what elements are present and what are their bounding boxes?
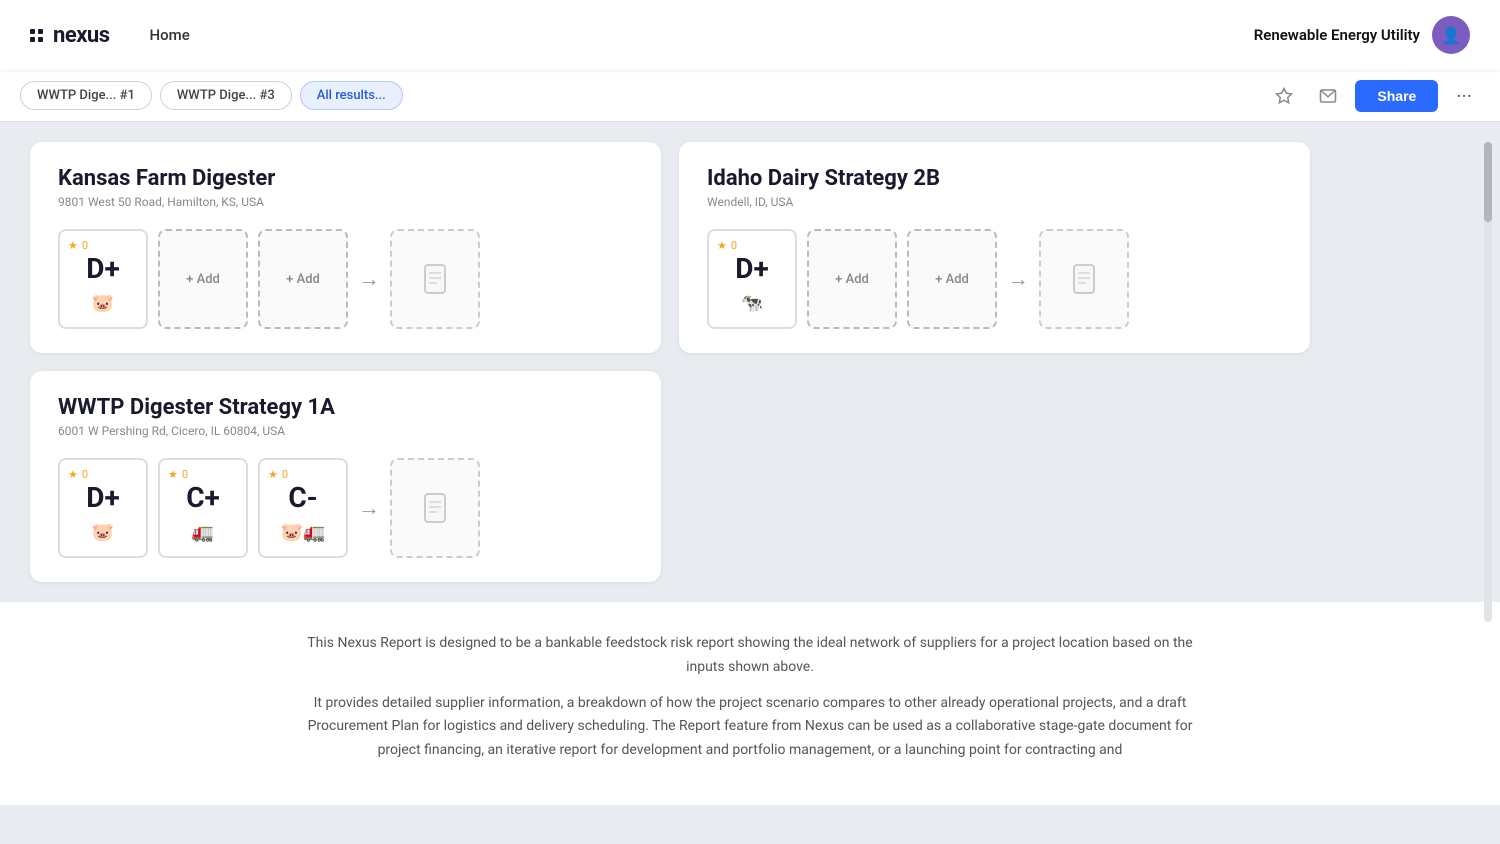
- logo-dots: [30, 29, 43, 42]
- header-left: nexus Home: [30, 23, 190, 48]
- star-button[interactable]: [1267, 79, 1301, 113]
- grade-badge-wwtp-1: ★0: [68, 468, 88, 481]
- mail-button[interactable]: [1311, 79, 1345, 113]
- star-icon: [1275, 87, 1293, 105]
- tab-wwtp-3[interactable]: WWTP Dige... #3: [160, 81, 292, 110]
- grade-text-wwtp-3: C-: [288, 481, 317, 514]
- arrow-icon-wwtp: →: [358, 495, 380, 521]
- footer-paragraph-2: It provides detailed supplier informatio…: [300, 692, 1200, 763]
- tabs-bar: WWTP Dige... #1 WWTP Dige... #3 All resu…: [0, 70, 1500, 122]
- header-right: Renewable Energy Utility 👤: [1254, 16, 1470, 54]
- truck-icon-wwtp: 🚛: [192, 522, 214, 543]
- card-wwtp: WWTP Digester Strategy 1A 6001 W Pershin…: [30, 371, 661, 582]
- report-item-wwtp[interactable]: [390, 458, 480, 558]
- footer-text: This Nexus Report is designed to be a ba…: [0, 602, 1500, 805]
- user-label: Renewable Energy Utility: [1254, 26, 1420, 44]
- strategy-row-wwtp: ★0 D+ 🐷 ★0 C+ 🚛 ★0: [58, 458, 633, 558]
- add-item-idaho-2[interactable]: + Add: [907, 229, 997, 329]
- pig-icon-wwtp: 🐷: [92, 522, 114, 543]
- add-item-idaho-1[interactable]: + Add: [807, 229, 897, 329]
- grade-item-wwtp-3[interactable]: ★0 C- 🐷🚛: [258, 458, 348, 558]
- grade-item-wwtp-1[interactable]: ★0 D+ 🐷: [58, 458, 148, 558]
- pig-icon-kansas: 🐷: [92, 293, 114, 314]
- cow-icon-idaho: 🐄: [741, 293, 763, 314]
- report-doc-icon-wwtp: [421, 492, 449, 524]
- grade-text-idaho: D+: [735, 252, 768, 285]
- more-options-button[interactable]: ···: [1448, 80, 1480, 112]
- card-kansas-address: 9801 West 50 Road, Hamilton, KS, USA: [58, 195, 633, 209]
- grade-badge-wwtp-2: ★0: [168, 468, 188, 481]
- grade-badge-idaho: ★0: [717, 239, 737, 252]
- mail-icon: [1319, 87, 1337, 105]
- grade-badge-wwtp-3: ★0: [268, 468, 288, 481]
- cards-grid: Kansas Farm Digester 9801 West 50 Road, …: [30, 142, 1310, 582]
- grade-item-idaho[interactable]: ★0 D+ 🐄: [707, 229, 797, 329]
- card-kansas: Kansas Farm Digester 9801 West 50 Road, …: [30, 142, 661, 353]
- avatar-icon: 👤: [1441, 26, 1461, 45]
- card-idaho: Idaho Dairy Strategy 2B Wendell, ID, USA…: [679, 142, 1310, 353]
- grade-badge-kansas: ★0: [68, 239, 88, 252]
- tab-all-results[interactable]: All results...: [300, 81, 403, 110]
- grade-item-wwtp-2[interactable]: ★0 C+ 🚛: [158, 458, 248, 558]
- scrollbar-thumb: [1484, 142, 1492, 222]
- card-idaho-title: Idaho Dairy Strategy 2B: [707, 166, 1282, 191]
- add-item-kansas-1[interactable]: + Add: [158, 229, 248, 329]
- card-kansas-title: Kansas Farm Digester: [58, 166, 633, 191]
- scrollbar-track[interactable]: [1484, 142, 1492, 622]
- tab-wwtp-1[interactable]: WWTP Dige... #1: [20, 81, 152, 110]
- card-wwtp-address: 6001 W Pershing Rd, Cicero, IL 60804, US…: [58, 424, 633, 438]
- grade-text-kansas: D+: [86, 252, 119, 285]
- card-wwtp-title: WWTP Digester Strategy 1A: [58, 395, 633, 420]
- header: nexus Home Renewable Energy Utility 👤: [0, 0, 1500, 70]
- add-item-kansas-2[interactable]: + Add: [258, 229, 348, 329]
- report-item-kansas[interactable]: [390, 229, 480, 329]
- pig-truck-icon-wwtp: 🐷🚛: [281, 522, 326, 543]
- main-content: Kansas Farm Digester 9801 West 50 Road, …: [0, 122, 1500, 602]
- card-idaho-address: Wendell, ID, USA: [707, 195, 1282, 209]
- report-doc-icon-idaho: [1070, 263, 1098, 295]
- strategy-row-kansas: ★0 D+ 🐷 + Add + Add →: [58, 229, 633, 329]
- nav-home[interactable]: Home: [150, 26, 190, 44]
- share-button[interactable]: Share: [1355, 80, 1438, 112]
- report-item-idaho[interactable]: [1039, 229, 1129, 329]
- strategy-row-idaho: ★0 D+ 🐄 + Add + Add →: [707, 229, 1282, 329]
- logo[interactable]: nexus: [30, 23, 110, 48]
- grade-text-wwtp-1: D+: [86, 481, 119, 514]
- user-avatar[interactable]: 👤: [1432, 16, 1470, 54]
- tab-actions: Share ···: [1267, 79, 1480, 113]
- grade-item-kansas[interactable]: ★0 D+ 🐷: [58, 229, 148, 329]
- footer-paragraph-1: This Nexus Report is designed to be a ba…: [300, 632, 1200, 680]
- report-doc-icon: [421, 263, 449, 295]
- arrow-icon-idaho: →: [1007, 266, 1029, 292]
- arrow-icon-kansas: →: [358, 266, 380, 292]
- grade-text-wwtp-2: C+: [186, 481, 220, 514]
